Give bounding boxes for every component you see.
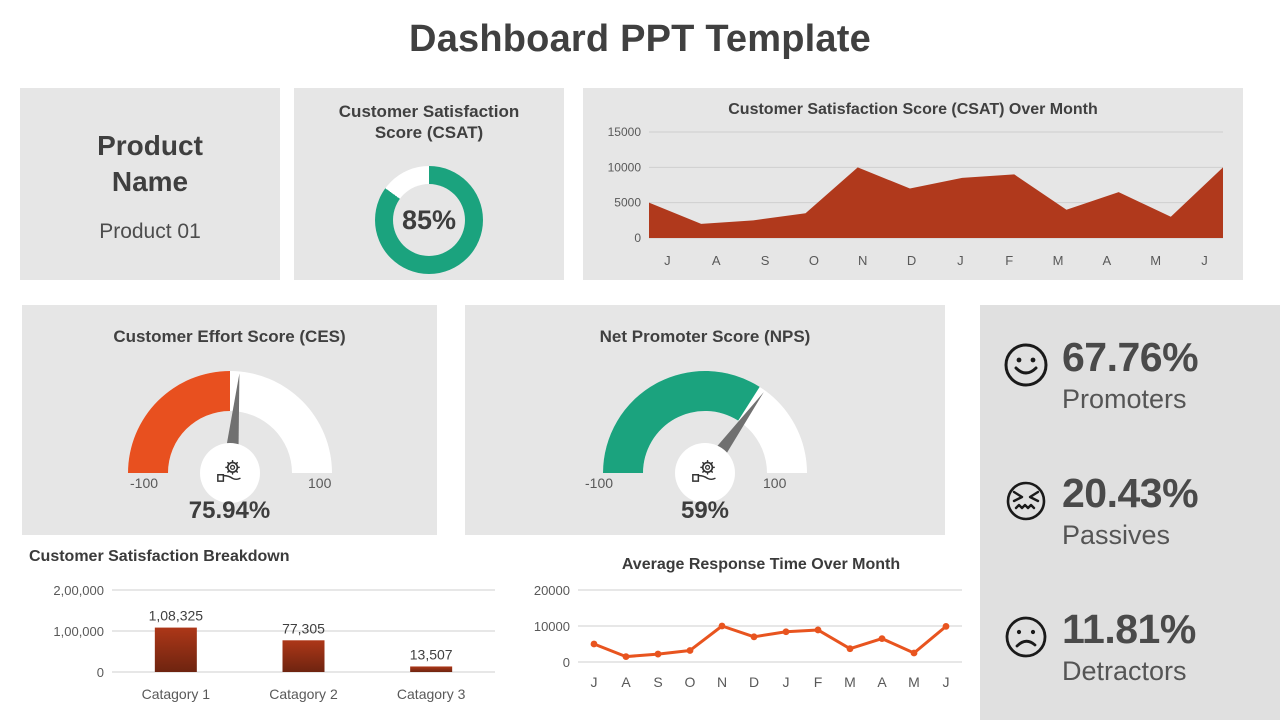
svg-text:0: 0: [97, 665, 104, 680]
avg-response-time-title: Average Response Time Over Month: [621, 556, 901, 573]
dashboard-page: Dashboard PPT Template Product Name Prod…: [0, 0, 1280, 720]
nps-label-passives: Passives: [1062, 520, 1171, 550]
csat-over-month-xaxis: JASONDJFMAMJ: [583, 253, 1243, 273]
page-title: Dashboard PPT Template: [409, 18, 871, 60]
product-subtitle: Product 01: [99, 220, 201, 243]
csat-breakdown-plot: 0 1,00,000 2,00,000 1,08,325 77,305 13,507: [20, 583, 520, 682]
csat-breakdown-xaxis: Catagory 1 Catagory 2 Catagory 3: [20, 686, 520, 706]
area-xtick: A: [711, 253, 721, 268]
csat-breakdown-block: Customer Satisfaction Breakdown 0 1,00,00…: [20, 548, 520, 720]
ces-gauge-title: Customer Effort Score (CES): [113, 327, 346, 346]
nps-label-promoters: Promoters: [1062, 384, 1187, 414]
ces-gauge-card: Customer Effort Score (CES) -100 100 75.…: [22, 305, 437, 535]
csat-donut-chart: 85%: [375, 166, 483, 274]
avg-response-time-xaxis: JASONDJFMAMJ: [578, 674, 962, 690]
nps-gauge-value: 59%: [680, 497, 730, 524]
csat-title-line1: Customer Satisfaction: [338, 102, 520, 121]
line-xtick: O: [684, 674, 696, 690]
svg-text:15000: 15000: [608, 125, 642, 139]
csat-over-month-plot: 15000 10000 5000 0: [583, 125, 1243, 251]
nps-row-detractors: 11.81% Detractors: [1002, 606, 1262, 720]
line-xtick: J: [942, 674, 950, 690]
line-xtick: A: [621, 674, 631, 690]
nps-percent-detractors: 11.81%: [1062, 606, 1196, 652]
nps-percent-passives: 20.43%: [1062, 470, 1199, 516]
area-xtick: F: [1005, 253, 1014, 268]
nps-gauge-min-tick: -100: [585, 475, 614, 491]
nps-breakdown-panel: 67.76% Promoters 20.43% Passives 11.81% …: [980, 305, 1280, 720]
nps-gauge-card: Net Promoter Score (NPS) -100 100 59%: [465, 305, 945, 535]
csat-breakdown-title: Customer Satisfaction Breakdown: [29, 548, 290, 565]
line-xtick: F: [813, 674, 823, 690]
svg-text:20000: 20000: [534, 583, 570, 598]
nps-gauge-title: Net Promoter Score (NPS): [599, 327, 811, 346]
svg-text:10000: 10000: [608, 160, 642, 174]
svg-text:5000: 5000: [614, 196, 641, 210]
csat-over-month-card: Customer Satisfaction Score (CSAT) Over …: [583, 88, 1243, 280]
svg-text:0: 0: [563, 655, 570, 670]
nps-row-promoters: 67.76% Promoters: [1002, 334, 1262, 449]
product-name-line1: Product: [97, 130, 203, 161]
ces-gauge-chart: [110, 355, 350, 503]
nps-label-detractors: Detractors: [1062, 656, 1187, 686]
avg-response-time-plot: 20000 10000 0: [520, 583, 980, 679]
smiley-face-icon: [1002, 341, 1050, 389]
svg-text:2,00,000: 2,00,000: [53, 583, 104, 598]
csat-donut-title: Customer Satisfaction Score (CSAT): [294, 102, 564, 143]
csat-title-line2: Score (CSAT): [374, 122, 484, 142]
area-xtick: M: [1150, 253, 1162, 268]
area-xtick: M: [1052, 253, 1064, 268]
area-xtick: D: [906, 253, 917, 268]
line-xtick: J: [590, 674, 598, 690]
area-xtick: O: [808, 253, 819, 268]
bar-xtick: Catagory 3: [396, 686, 466, 702]
bar-xtick: Catagory 2: [269, 686, 338, 702]
line-xtick: M: [908, 674, 920, 690]
area-xtick: A: [1102, 253, 1112, 268]
nps-row-passives: 20.43% Passives: [1002, 470, 1262, 585]
product-name-line2: Name: [111, 165, 189, 197]
nps-gauge-chart: [585, 355, 825, 503]
csat-donut-center: 85%: [393, 184, 465, 256]
line-xtick: D: [748, 674, 760, 690]
product-name: Product Name: [20, 128, 280, 200]
svg-text:1,00,000: 1,00,000: [53, 624, 104, 639]
area-xtick: S: [760, 253, 770, 268]
svg-text:1,08,325: 1,08,325: [149, 608, 204, 624]
ces-gauge-min-tick: -100: [130, 475, 159, 491]
bar-xtick: Catagory 1: [141, 686, 211, 702]
avg-response-time-block: Average Response Time Over Month 20000 10…: [520, 556, 980, 720]
csat-over-month-title: Customer Satisfaction Score (CSAT) Over …: [728, 101, 1098, 118]
product-info-card: Product Name Product 01: [20, 88, 280, 280]
area-xtick: J: [957, 253, 964, 268]
nps-gauge-max-tick: 100: [763, 475, 787, 491]
area-xtick: J: [664, 253, 671, 268]
svg-text:77,305: 77,305: [282, 620, 325, 636]
ces-gauge-max-tick: 100: [308, 475, 332, 491]
grimace-face-icon: [1002, 477, 1050, 525]
svg-text:10000: 10000: [534, 619, 570, 634]
frowning-face-icon: [1002, 613, 1050, 661]
csat-donut-card: Customer Satisfaction Score (CSAT) 85%: [294, 88, 564, 280]
ces-gauge-value: 75.94%: [188, 497, 271, 524]
line-xtick: A: [877, 674, 887, 690]
svg-text:0: 0: [634, 231, 641, 245]
area-xtick: J: [1201, 253, 1208, 268]
line-xtick: N: [716, 674, 728, 690]
csat-donut-value: 85%: [401, 204, 457, 235]
svg-text:13,507: 13,507: [410, 646, 453, 662]
nps-percent-promoters: 67.76%: [1062, 334, 1199, 380]
line-xtick: M: [844, 674, 856, 690]
area-xtick: N: [858, 253, 868, 268]
line-xtick: J: [782, 674, 790, 690]
line-xtick: S: [653, 674, 663, 690]
